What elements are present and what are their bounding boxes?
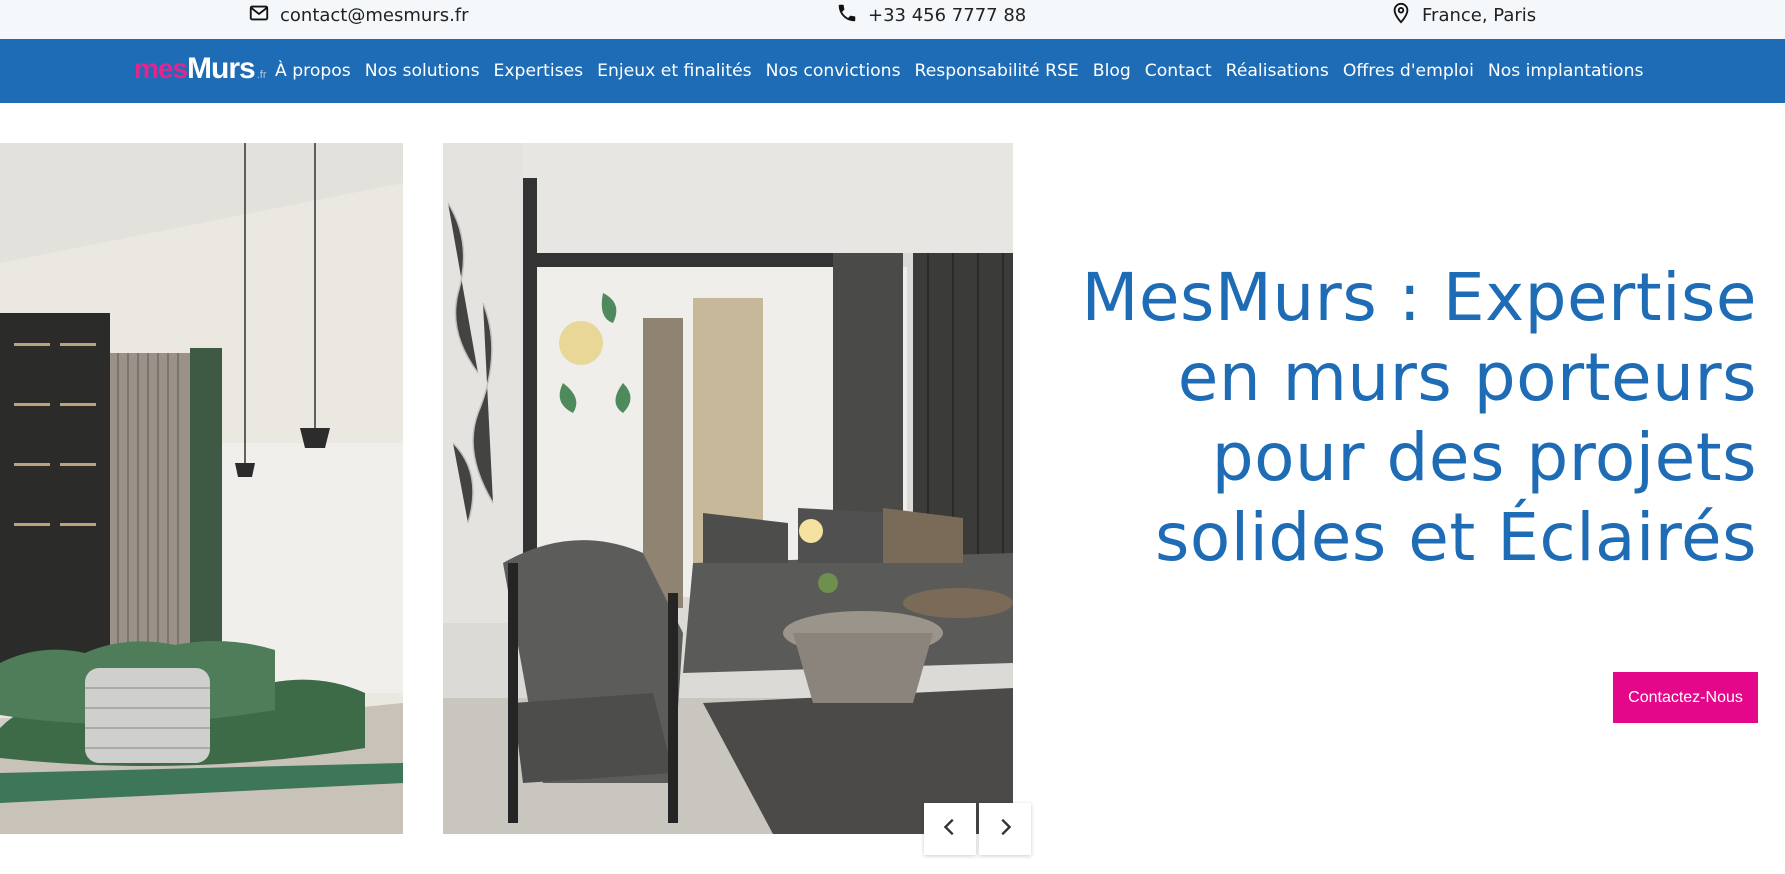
map-pin-icon [1390,2,1412,29]
nav-link-enjeux[interactable]: Enjeux et finalités [597,61,751,81]
hero-title-line: solides et Éclairés [1154,499,1757,576]
carousel-prev-button[interactable] [924,803,976,855]
topbar-email[interactable]: contact@mesmurs.fr [248,0,469,30]
nav-link-a-propos[interactable]: À propos [275,61,351,81]
nav-link-offres-emploi[interactable]: Offres d'emploi [1343,61,1474,81]
hero-title: MesMurs : Expertise en murs porteurs pou… [997,258,1757,578]
chevron-right-icon [994,816,1016,842]
topbar-location: France, Paris [1390,0,1536,30]
carousel-image-living-room-green [0,143,403,834]
contact-us-button[interactable]: Contactez-Nous [1613,672,1758,723]
topbar-location-text: France, Paris [1422,4,1537,26]
phone-icon [836,2,858,29]
nav-link-implantations[interactable]: Nos implantations [1488,61,1644,81]
contact-topbar: contact@mesmurs.fr +33 456 7777 88 Franc… [0,0,1785,39]
chevron-left-icon [939,816,961,842]
logo-part-mes: mes [134,53,188,84]
nav-link-realisations[interactable]: Réalisations [1226,61,1329,81]
topbar-email-text[interactable]: contact@mesmurs.fr [280,5,469,26]
hero-title-line: pour des projets [1211,419,1757,496]
hero-title-line: en murs porteurs [1177,339,1757,416]
nav-link-convictions[interactable]: Nos convictions [766,61,901,81]
logo-part-murs: Murs [187,52,256,85]
nav-links: À propos Nos solutions Expertises Enjeux… [275,39,1643,103]
nav-link-expertises[interactable]: Expertises [494,61,584,81]
topbar-phone[interactable]: +33 456 7777 88 [836,0,1026,30]
topbar-phone-text[interactable]: +33 456 7777 88 [868,5,1026,26]
nav-link-blog[interactable]: Blog [1093,61,1131,81]
hero-title-line: MesMurs : Expertise [1081,259,1757,336]
nav-link-nos-solutions[interactable]: Nos solutions [365,61,480,81]
logo-tld: .fr [256,69,267,81]
mail-icon [248,2,270,29]
carousel-image-living-room-grey [443,143,1013,834]
main-navbar: mes Murs .fr À propos Nos solutions Expe… [0,39,1785,103]
nav-link-rse[interactable]: Responsabilité RSE [915,61,1079,81]
carousel-next-button[interactable] [979,803,1031,855]
site-logo[interactable]: mes Murs .fr [134,52,267,88]
nav-link-contact[interactable]: Contact [1145,61,1212,81]
